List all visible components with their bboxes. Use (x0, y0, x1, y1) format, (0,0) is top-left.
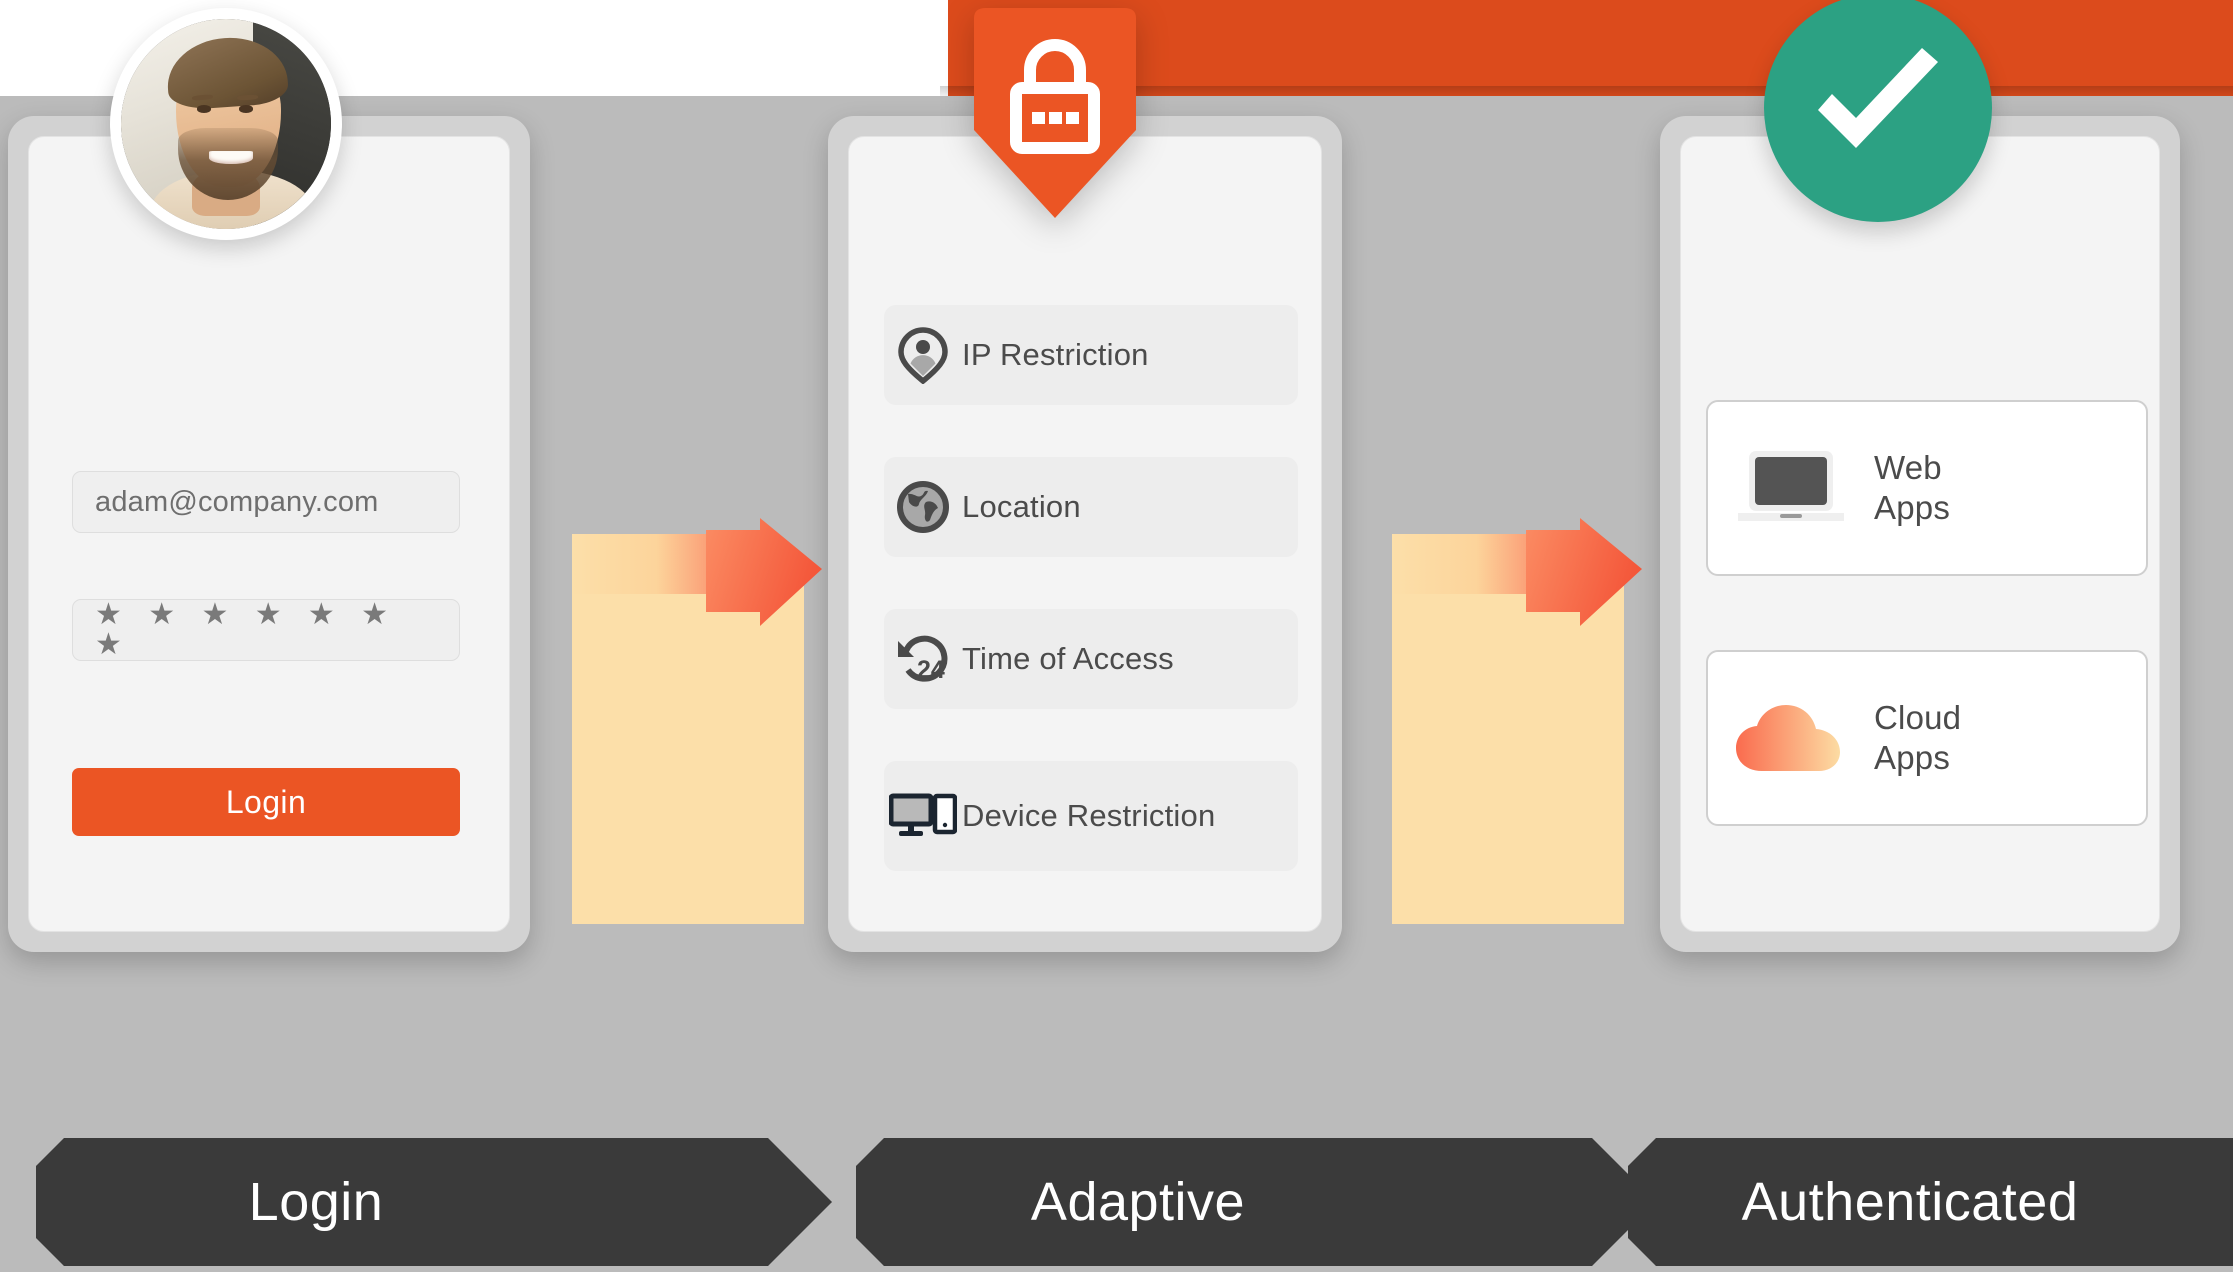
avatar (110, 8, 342, 240)
stage-label-text: Login (248, 1172, 384, 1232)
app-label-line2: Apps (1874, 739, 1951, 776)
option-time-of-access[interactable]: 24 Time of Access (884, 609, 1298, 709)
password-field[interactable]: ★ ★ ★ ★ ★ ★ ★ (72, 599, 460, 661)
arrow-right-icon (706, 518, 822, 626)
login-button[interactable]: Login (72, 768, 460, 836)
app-label-line1: Cloud (1874, 698, 1962, 736)
app-label: Cloud Apps (1874, 698, 1961, 779)
option-ip-restriction[interactable]: IP Restriction (884, 305, 1298, 405)
email-field[interactable]: adam@company.com (72, 471, 460, 533)
app-label: Web Apps (1874, 448, 1950, 529)
arrow-stem (572, 586, 804, 924)
app-label-line2: Apps (1874, 489, 1951, 526)
stage-label-adaptive: Adaptive (856, 1138, 1656, 1266)
auth-flow-diagram: adam@company.com ★ ★ ★ ★ ★ ★ ★ Login IP … (0, 0, 2233, 1272)
shield-lock-icon (962, 0, 1148, 222)
option-label: Location (962, 489, 1081, 525)
stage-label-text: Adaptive (1030, 1172, 1246, 1232)
email-field-value: adam@company.com (95, 485, 379, 518)
stage-label-text: Authenticated (1741, 1172, 2079, 1232)
check-circle-icon (1764, 0, 1992, 222)
option-location[interactable]: Location (884, 457, 1298, 557)
arrow-right-icon (1526, 518, 1642, 626)
user-avatar-photo (121, 19, 331, 229)
clock-24-hour-icon: 24 (884, 631, 962, 687)
arrow-stem (1392, 586, 1624, 924)
option-label: Time of Access (962, 641, 1174, 677)
arrow-adaptive-to-authenticated (1392, 518, 1642, 932)
arrow-login-to-adaptive (572, 518, 822, 932)
laptop-icon (1708, 445, 1874, 531)
globe-icon (884, 480, 962, 534)
app-label-line1: Web (1874, 448, 1942, 486)
app-tile-web-apps[interactable]: Web Apps (1706, 400, 2148, 576)
stage-label-login: Login (36, 1138, 832, 1266)
option-label: IP Restriction (962, 337, 1149, 373)
stage-label-authenticated: Authenticated (1628, 1138, 2233, 1266)
monitor-tablet-icon (884, 790, 962, 842)
location-pin-person-icon (884, 326, 962, 384)
svg-text:24: 24 (917, 656, 945, 684)
option-label-line1: Device Restriction (962, 798, 1216, 834)
password-field-value: ★ ★ ★ ★ ★ ★ ★ (95, 598, 398, 661)
app-tile-cloud-apps[interactable]: Cloud Apps (1706, 650, 2148, 826)
option-label: Device Restriction (962, 796, 1215, 836)
option-device-restriction[interactable]: Device Restriction (884, 761, 1298, 871)
cloud-icon (1708, 695, 1874, 781)
